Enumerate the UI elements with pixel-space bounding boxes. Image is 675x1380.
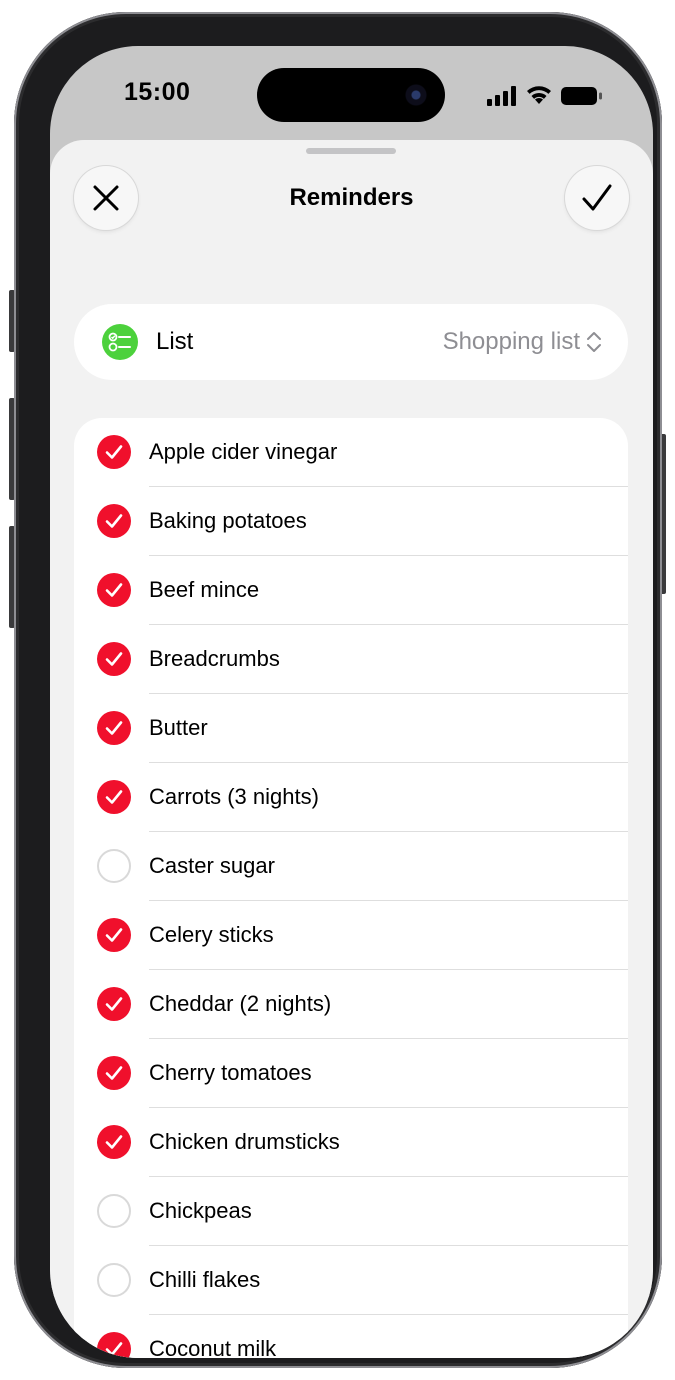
checkmark-icon [105,445,123,459]
checked-checkbox[interactable] [97,780,131,814]
checked-checkbox[interactable] [97,918,131,952]
list-item[interactable]: Breadcrumbs [74,625,628,694]
checkmark-icon [105,1066,123,1080]
reminders-sheet: Reminders List Shopping list Apple cider… [50,140,653,1358]
checked-checkbox[interactable] [97,711,131,745]
item-label: Caster sugar [149,853,275,878]
unchecked-checkbox[interactable] [97,1263,131,1297]
item-label: Coconut milk [149,1336,277,1358]
item-label: Apple cider vinegar [149,439,338,464]
status-time: 15:00 [124,78,191,106]
checkmark-icon [105,997,123,1011]
list-item[interactable]: Cherry tomatoes [74,1039,628,1108]
checked-checkbox[interactable] [97,642,131,676]
camera-icon [401,80,431,110]
list-item[interactable]: Coconut milk [74,1315,628,1358]
checkmark-icon [105,583,123,597]
item-label: Carrots (3 nights) [149,784,319,809]
list-label: List [156,328,194,355]
list-icon [102,324,138,360]
chevron-up-down-icon [587,332,601,352]
item-label: Cheddar (2 nights) [149,991,332,1016]
battery-icon [561,87,602,105]
checkmark-icon [105,1135,123,1149]
list-selector[interactable]: List Shopping list [74,304,628,380]
list-item[interactable]: Butter [74,694,628,763]
item-label: Cherry tomatoes [149,1060,312,1085]
checkmark-icon [105,790,123,804]
checkmark-icon [105,1342,123,1356]
item-label: Chickpeas [149,1198,252,1223]
list-item[interactable]: Baking potatoes [74,487,628,556]
list-item[interactable]: Apple cider vinegar [74,418,628,487]
checked-checkbox[interactable] [97,504,131,538]
item-label: Chilli flakes [149,1267,261,1292]
list-value-text: Shopping list [442,328,580,355]
item-label: Celery sticks [149,922,274,947]
list-item[interactable]: Carrots (3 nights) [74,763,628,832]
checkmark-icon [105,928,123,942]
checked-checkbox[interactable] [97,1332,131,1358]
list-item[interactable]: Celery sticks [74,901,628,970]
checked-checkbox[interactable] [97,1056,131,1090]
checkmark-icon [582,184,612,211]
screen: 15:00 Reminders List Shopping list Apple… [50,46,653,1358]
list-item[interactable]: Chilli flakes [74,1246,628,1315]
checked-checkbox[interactable] [97,435,131,469]
list-item[interactable]: Caster sugar [74,832,628,901]
list-item[interactable]: Beef mince [74,556,628,625]
checkmark-icon [105,721,123,735]
checklist-icon [108,332,131,352]
cellular-signal-icon [487,86,516,106]
item-label: Beef mince [149,577,260,602]
item-label: Butter [149,715,208,740]
phone-frame: 15:00 Reminders List Shopping list Apple… [14,12,662,1368]
checked-checkbox[interactable] [97,987,131,1021]
list-item[interactable]: Chickpeas [74,1177,628,1246]
item-label: Chicken drumsticks [149,1129,340,1154]
checked-checkbox[interactable] [97,1125,131,1159]
done-button[interactable] [565,166,629,230]
wifi-icon [527,86,551,104]
sheet-title: Reminders [289,184,414,211]
checkmark-icon [105,514,123,528]
item-label: Breadcrumbs [149,646,280,671]
item-label: Baking potatoes [149,508,307,533]
unchecked-checkbox[interactable] [97,849,131,883]
checkmark-icon [105,652,123,666]
list-item[interactable]: Cheddar (2 nights) [74,970,628,1039]
status-bar: 15:00 [50,46,653,142]
checked-checkbox[interactable] [97,573,131,607]
dynamic-island [257,68,445,122]
status-icons [487,84,603,108]
sheet-grabber[interactable] [306,148,396,154]
unchecked-checkbox[interactable] [97,1194,131,1228]
list-value[interactable]: Shopping list [443,328,602,356]
reminder-items-list: Apple cider vinegar Baking potatoes Beef m… [74,418,628,1358]
list-item[interactable]: Chicken drumsticks [74,1108,628,1177]
